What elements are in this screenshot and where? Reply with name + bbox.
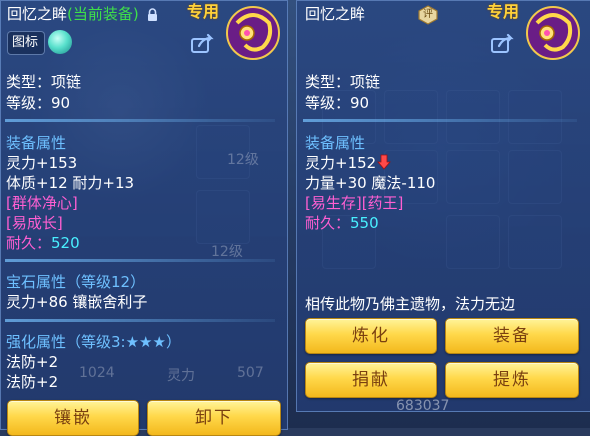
durability: 耐久：550 <box>305 212 379 233</box>
appraisal-seal-icon: 评 <box>417 5 439 25</box>
item-type: 类型：项链 <box>305 73 381 91</box>
currency-amount: 683037 <box>396 398 450 414</box>
divider <box>303 119 577 122</box>
icon-tag-button[interactable]: 图标 <box>7 31 46 55</box>
share-icon[interactable] <box>191 33 215 53</box>
durability-value: 520 <box>51 234 80 252</box>
exclusive-label: 专用 <box>187 2 220 21</box>
item-title: 回忆之眸(当前装备) <box>7 3 158 24</box>
current-equipped-label: (当前装备) <box>67 5 139 23</box>
durability-value: 550 <box>350 214 379 232</box>
durability-label: 耐久： <box>6 234 52 252</box>
item-name: 回忆之眸 <box>7 5 68 23</box>
item-level: 等级：90 <box>305 94 370 112</box>
divider <box>5 319 275 322</box>
bg-stat-number: 1024 <box>79 365 115 381</box>
enhance-stat: 法防+2 <box>6 353 59 371</box>
equip-attr-heading: 装备属性 <box>305 134 366 152</box>
down-arrow-icon <box>377 154 392 170</box>
item-description: 相传此物乃佛主遗物，法力无边 <box>305 295 516 313</box>
enhance-attr-heading: 强化属性（等级3:★★★） <box>6 333 181 351</box>
gem-stat: 灵力+86 镶嵌舍利子 <box>6 293 148 311</box>
current-item-tooltip: 12级 12级 1024 灵力 507 回忆之眸(当前装备) 专用 图标 类型：… <box>0 0 288 436</box>
item-type: 类型：项链 <box>6 73 82 91</box>
stat-line: 灵力+152 <box>305 152 392 173</box>
unequip-button[interactable]: 卸下 <box>147 400 281 436</box>
special-effect: [易生存][药王] <box>305 194 404 212</box>
enhance-stat: 法防+2 <box>6 373 59 391</box>
divider <box>5 259 275 262</box>
necklace-item-icon[interactable] <box>523 3 581 61</box>
teal-orb-icon[interactable] <box>48 30 72 54</box>
lock-icon <box>147 8 157 21</box>
compare-item-tooltip: 回忆之眸 评 专用 类型：项链 等级：90 装备属性 灵力+152 力量+30 … <box>296 0 590 412</box>
stat-line: 力量+30 魔法-110 <box>305 174 436 192</box>
share-icon[interactable] <box>491 33 515 53</box>
appraisal-seal-glyph: 评 <box>423 9 433 20</box>
exclusive-label: 专用 <box>487 2 520 21</box>
grade-badge: 12级 <box>227 152 259 168</box>
stat-text: 灵力+152 <box>305 154 377 172</box>
equip-attr-heading: 装备属性 <box>6 134 67 152</box>
gem-attr-heading: 宝石属性（等级12） <box>6 273 146 291</box>
stat-line: 体质+12 耐力+13 <box>6 174 135 192</box>
bg-stat-label: 灵力 <box>167 368 195 384</box>
special-effect: [群体净心] <box>6 194 78 212</box>
necklace-item-icon[interactable] <box>223 3 281 61</box>
equip-button[interactable]: 装备 <box>445 318 579 354</box>
extract-button[interactable]: 提炼 <box>445 362 579 398</box>
stat-line: 灵力+153 <box>6 154 78 172</box>
item-name: 回忆之眸 <box>305 5 366 23</box>
divider <box>5 119 275 122</box>
inlay-button[interactable]: 镶嵌 <box>7 400 139 436</box>
special-skill: [易成长] <box>6 214 63 232</box>
refine-button[interactable]: 炼化 <box>305 318 437 354</box>
durability-label: 耐久： <box>305 214 351 232</box>
donate-button[interactable]: 捐献 <box>305 362 437 398</box>
grade-badge: 12级 <box>211 244 243 260</box>
durability: 耐久：520 <box>6 232 80 253</box>
item-level: 等级：90 <box>6 94 71 112</box>
bg-stat-number: 507 <box>237 365 264 381</box>
